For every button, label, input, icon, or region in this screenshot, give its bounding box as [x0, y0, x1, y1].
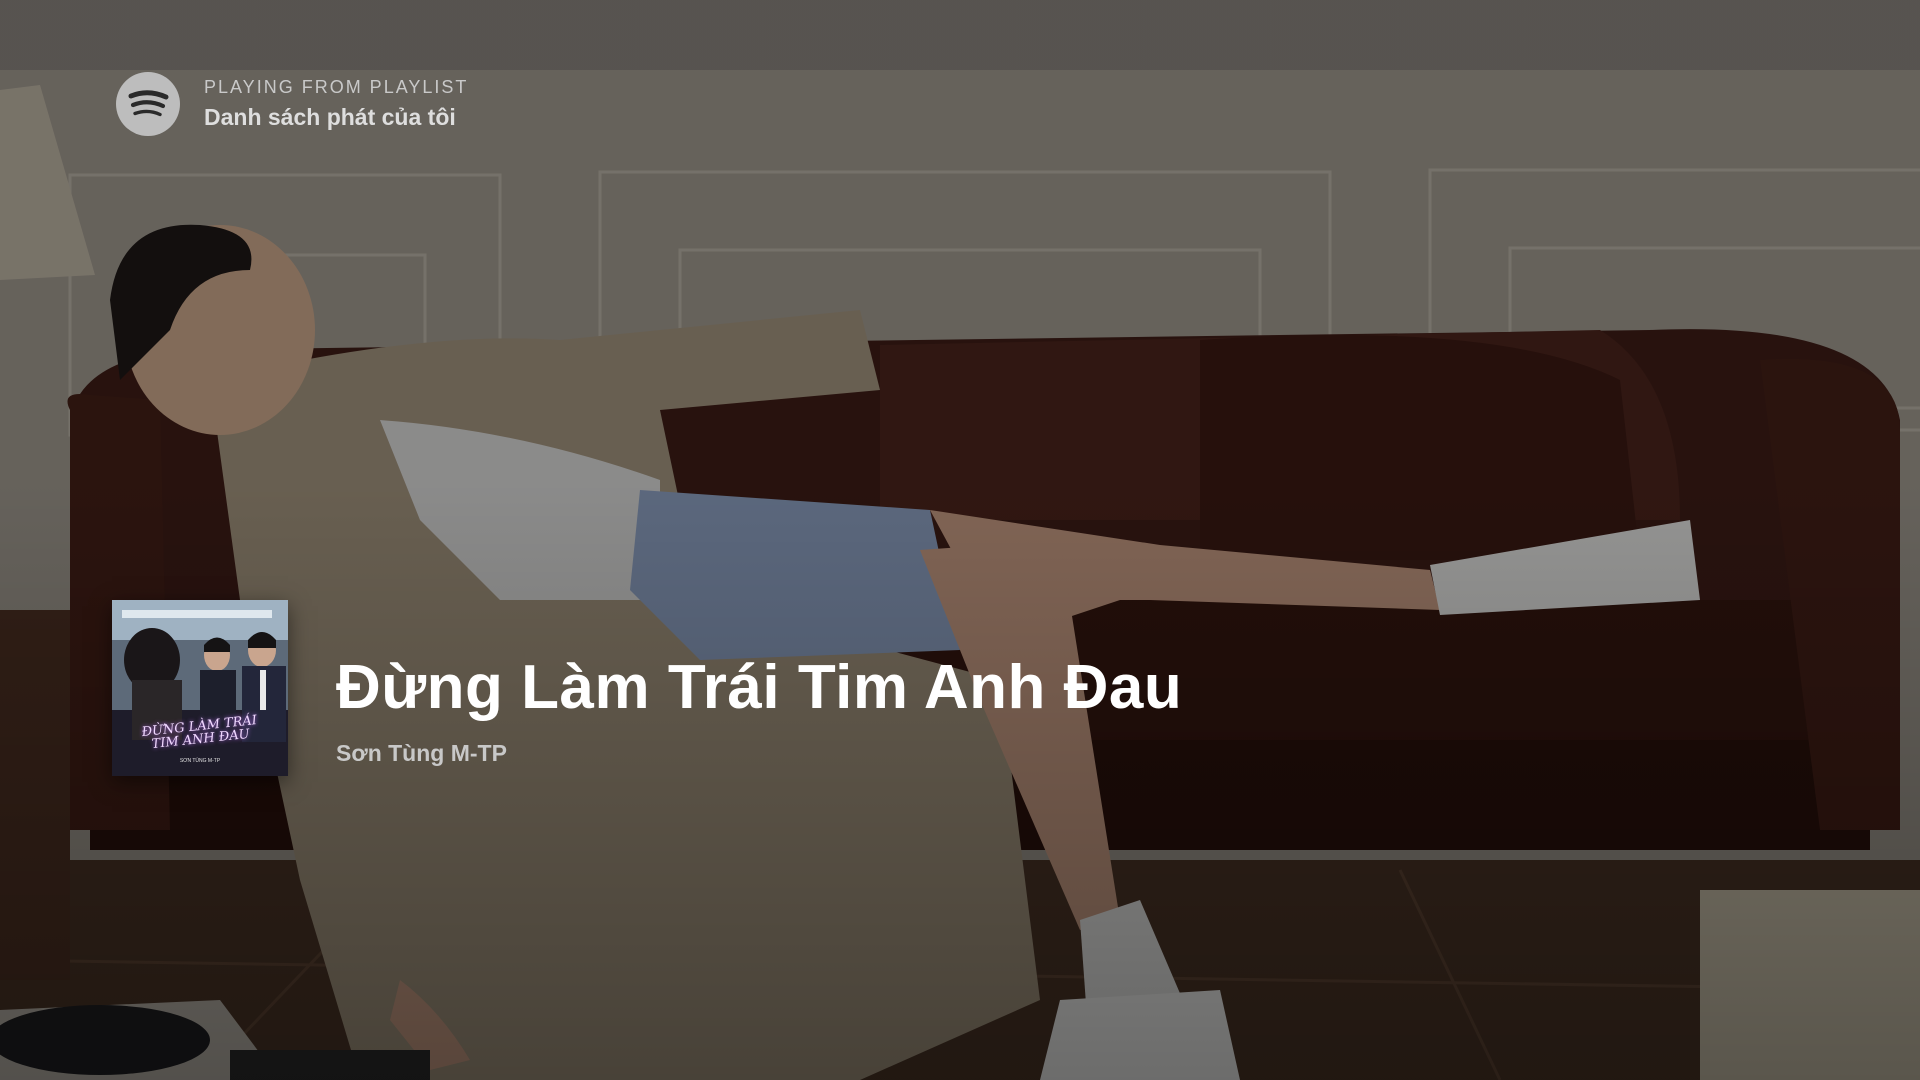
now-playing-info: ĐỪNG LÀM TRÁI TIM ANH ĐAU SƠN TÙNG M-TP … — [112, 600, 1182, 776]
playback-context[interactable]: PLAYING FROM PLAYLIST Danh sách phát của… — [116, 72, 468, 136]
album-cover: ĐỪNG LÀM TRÁI TIM ANH ĐAU SƠN TÙNG M-TP — [112, 600, 288, 776]
album-cover-artist: SƠN TÙNG M-TP — [179, 758, 221, 764]
spotify-logo-icon — [116, 72, 180, 136]
playlist-name[interactable]: Danh sách phát của tôi — [204, 102, 468, 132]
track-title: Đừng Làm Trái Tim Anh Đau — [336, 653, 1183, 722]
now-playing-screen: PLAYING FROM PLAYLIST Danh sách phát của… — [0, 0, 1920, 1080]
background-dim-overlay — [0, 0, 1920, 1080]
track-artist[interactable]: Sơn Tùng M-TP — [336, 738, 1182, 768]
context-label: PLAYING FROM PLAYLIST — [204, 77, 469, 97]
